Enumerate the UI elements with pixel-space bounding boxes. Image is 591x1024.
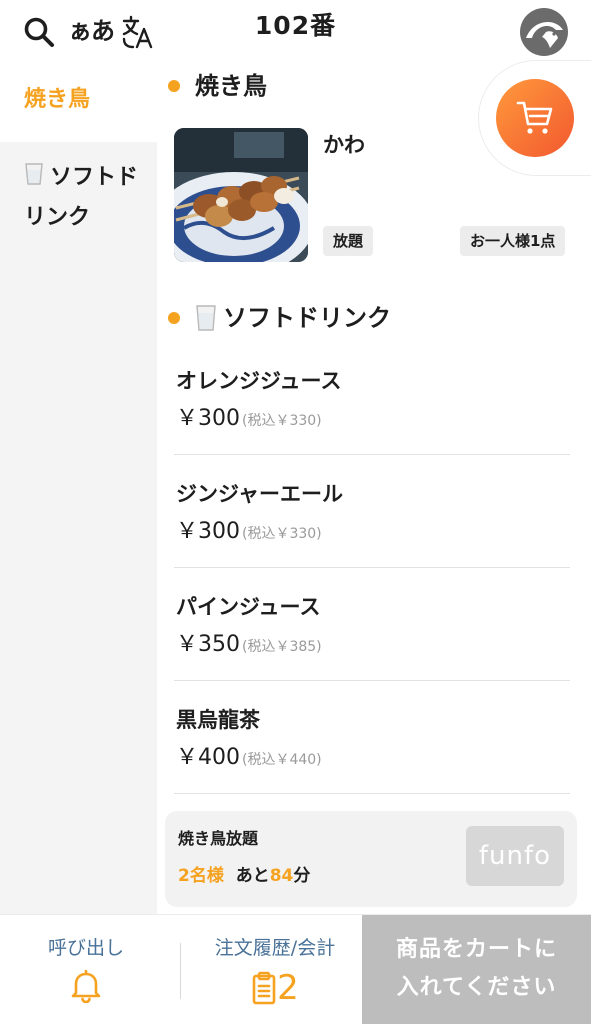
item-name: ジンジャーエール [176,482,343,506]
cup-icon [196,305,216,331]
add-to-cart-prompt-button[interactable]: 商品をカートに 入れてください [362,915,591,1024]
cup-icon [25,163,43,185]
menu-item-pineapple-juice[interactable]: パインジュース ￥350 (税込￥385) [174,568,570,681]
section-dot [168,312,180,324]
cart-icon [516,101,553,134]
bell-icon [71,969,101,1004]
item-name: 黒烏龍茶 [176,708,260,732]
store-logo-icon [520,8,568,56]
call-staff-button[interactable]: 呼び出し [0,915,172,1024]
history-label: 注文履歴/会計 [214,937,336,959]
item-name: オレンジジュース [176,369,342,393]
section-title: ソフトドリンク [223,304,391,332]
item-price: ￥400 (税込￥440) [176,743,322,775]
section-header-soft-drink: ソフトドリンク [157,302,391,334]
sidebar-item-soft-drink[interactable]: ソフトドリンク [0,158,157,238]
cta-line-2: 入れてください [396,975,557,1000]
header-bar: ぁあ 102番 [0,0,591,62]
price-with-tax: (税込￥440) [242,752,322,768]
remaining-prefix: あと [235,866,270,886]
guest-count: 2名様 [178,866,224,886]
menu-item-black-oolong-tea[interactable]: 黒烏龍茶 ￥400 (税込￥440) [174,681,570,794]
item-price: ￥300 (税込￥330) [176,517,322,549]
order-history-button[interactable]: 注文履歴/会計 2 [190,915,360,1024]
item-photo [174,128,308,262]
menu-item-orange-juice[interactable]: オレンジジュース ￥300 (税込￥330) [174,342,570,455]
price-value: ￥300 [176,406,240,431]
order-count: 2 [277,968,299,1008]
history-status: 2 [190,968,360,1008]
plan-status-panel: 焼き鳥放題 2名様 あと84分 funfo [165,811,577,907]
limit-tag: お一人様1点 [460,226,566,256]
item-price: ￥300 (税込￥330) [176,404,322,436]
price-with-tax: (税込￥330) [242,526,322,542]
category-sidebar: 焼き鳥 ソフトドリンク [0,62,157,914]
cart-button[interactable] [496,79,574,157]
funfo-logo: funfo [466,826,564,886]
sidebar-item-yakitori[interactable]: 焼き鳥 [0,62,157,142]
remaining-suffix: 分 [293,866,311,886]
plan-remaining: 2名様 あと84分 [178,863,310,889]
item-name: かわ [323,133,365,157]
table-number: 102番 [254,11,337,40]
remaining-minutes: 84 [269,866,294,886]
floating-cart-container [478,60,591,176]
clipboard-icon [252,971,276,1005]
price-with-tax: (税込￥330) [242,413,322,429]
bottom-bar: 呼び出し 注文履歴/会計 2 商品をカートに 入れてください [0,914,591,1024]
unlimited-tag: 放題 [323,226,374,256]
section-header-yakitori: 焼き鳥 [157,70,267,102]
menu-list: 焼き鳥 かわ 放題 お一人様1点 ソフトドリンク オレンジジュース ￥300 (… [157,62,591,914]
divider [180,943,181,999]
section-title: 焼き鳥 [195,72,267,100]
plan-title: 焼き鳥放題 [178,829,259,848]
item-name: パインジュース [176,595,321,619]
price-value: ￥400 [176,745,240,770]
item-price: ￥350 (税込￥385) [176,630,322,662]
price-with-tax: (税込￥385) [242,639,322,655]
sidebar-item-label: 焼き鳥 [24,87,91,112]
price-value: ￥300 [176,519,240,544]
menu-item-ginger-ale[interactable]: ジンジャーエール ￥300 (税込￥330) [174,455,570,568]
call-label: 呼び出し [47,937,124,959]
cta-line-1: 商品をカートに [395,937,557,962]
section-dot [168,80,180,92]
price-value: ￥350 [176,632,240,657]
